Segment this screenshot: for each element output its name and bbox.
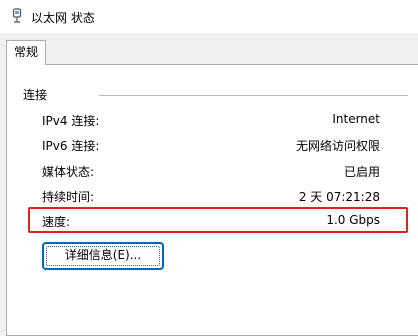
network-adapter-icon (12, 8, 22, 23)
ipv6-label: IPv6 连接: (42, 139, 100, 153)
connection-group-label: 连接 (23, 88, 48, 102)
speed-label: 速度: (42, 215, 71, 229)
row-duration: 持续时间: 2 天 07:21:28 (42, 188, 380, 204)
row-media-state: 媒体状态: 已启用 (42, 163, 380, 179)
ipv4-label: IPv4 连接: (42, 114, 100, 128)
duration-value: 2 天 07:21:28 (298, 190, 380, 204)
ipv6-value: 无网络访问权限 (295, 139, 380, 153)
row-speed: 速度: 1.0 Gbps (42, 213, 380, 229)
speed-value: 1.0 Gbps (326, 213, 380, 227)
ipv4-value: Internet (332, 112, 380, 126)
media-state-value: 已启用 (343, 165, 380, 179)
tab-general[interactable]: 常规 (6, 40, 46, 65)
details-button[interactable]: 详细信息(E)... (42, 242, 164, 270)
duration-label: 持续时间: (42, 190, 95, 204)
group-divider (99, 95, 408, 96)
details-button-label: 详细信息(E)... (64, 248, 142, 262)
media-state-label: 媒体状态: (42, 165, 95, 179)
row-ipv4: IPv4 连接: Internet (42, 112, 380, 128)
window-title: 以太网 状态 (31, 11, 95, 25)
title-bar: 以太网 状态 (0, 0, 418, 33)
row-ipv6: IPv6 连接: 无网络访问权限 (42, 137, 380, 153)
